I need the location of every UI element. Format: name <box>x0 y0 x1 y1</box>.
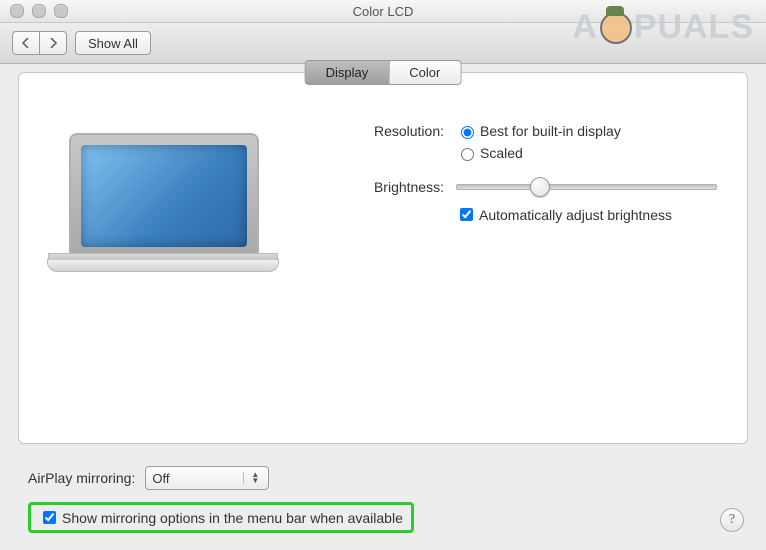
content: Display Color Resolution: Best for built… <box>0 62 766 550</box>
resolution-label: Resolution: <box>349 123 444 139</box>
watermark: A PUALS <box>572 8 754 47</box>
display-settings: Resolution: Best for built-in display Sc… <box>349 123 717 234</box>
auto-brightness-checkbox[interactable]: Automatically adjust brightness <box>456 205 672 224</box>
resolution-scaled-radio[interactable]: Scaled <box>456 145 621 161</box>
resolution-scaled-text: Scaled <box>480 145 523 161</box>
airplay-select[interactable]: Off ▲▼ <box>145 466 269 490</box>
tab-display[interactable]: Display <box>305 60 390 85</box>
mirroring-input[interactable] <box>43 511 56 524</box>
watermark-text-right: PUALS <box>634 8 754 47</box>
resolution-best-input[interactable] <box>461 126 474 139</box>
mirroring-checkbox[interactable]: Show mirroring options in the menu bar w… <box>39 508 403 527</box>
bottom-controls: AirPlay mirroring: Off ▲▼ Show mirroring… <box>28 466 738 533</box>
chevron-right-icon <box>49 38 57 48</box>
tabs: Display Color <box>305 60 462 85</box>
brightness-slider[interactable] <box>456 184 717 190</box>
resolution-scaled-input[interactable] <box>461 148 474 161</box>
airplay-label: AirPlay mirroring: <box>28 470 135 486</box>
watermark-text-left: A <box>572 8 598 47</box>
airplay-value: Off <box>152 471 169 486</box>
resolution-best-text: Best for built-in display <box>480 123 621 139</box>
nav-buttons <box>12 31 67 55</box>
help-icon: ? <box>729 512 735 528</box>
auto-brightness-input[interactable] <box>460 208 473 221</box>
forward-button[interactable] <box>40 31 67 55</box>
updown-icon: ▲▼ <box>243 472 262 484</box>
brightness-thumb[interactable] <box>530 177 550 197</box>
chevron-left-icon <box>22 38 30 48</box>
laptop-icon <box>69 133 279 272</box>
help-button[interactable]: ? <box>720 508 744 532</box>
resolution-best-radio[interactable]: Best for built-in display <box>456 123 621 139</box>
settings-panel: Display Color Resolution: Best for built… <box>18 72 748 444</box>
back-button[interactable] <box>12 31 40 55</box>
window: Color LCD Show All A PUALS Display Color <box>0 0 766 550</box>
auto-brightness-text: Automatically adjust brightness <box>479 207 672 223</box>
mascot-icon <box>600 12 632 44</box>
show-all-button[interactable]: Show All <box>75 31 151 55</box>
tab-color[interactable]: Color <box>389 60 461 85</box>
brightness-label: Brightness: <box>349 179 444 195</box>
mirroring-highlight: Show mirroring options in the menu bar w… <box>28 502 414 533</box>
mirroring-text: Show mirroring options in the menu bar w… <box>62 510 403 526</box>
